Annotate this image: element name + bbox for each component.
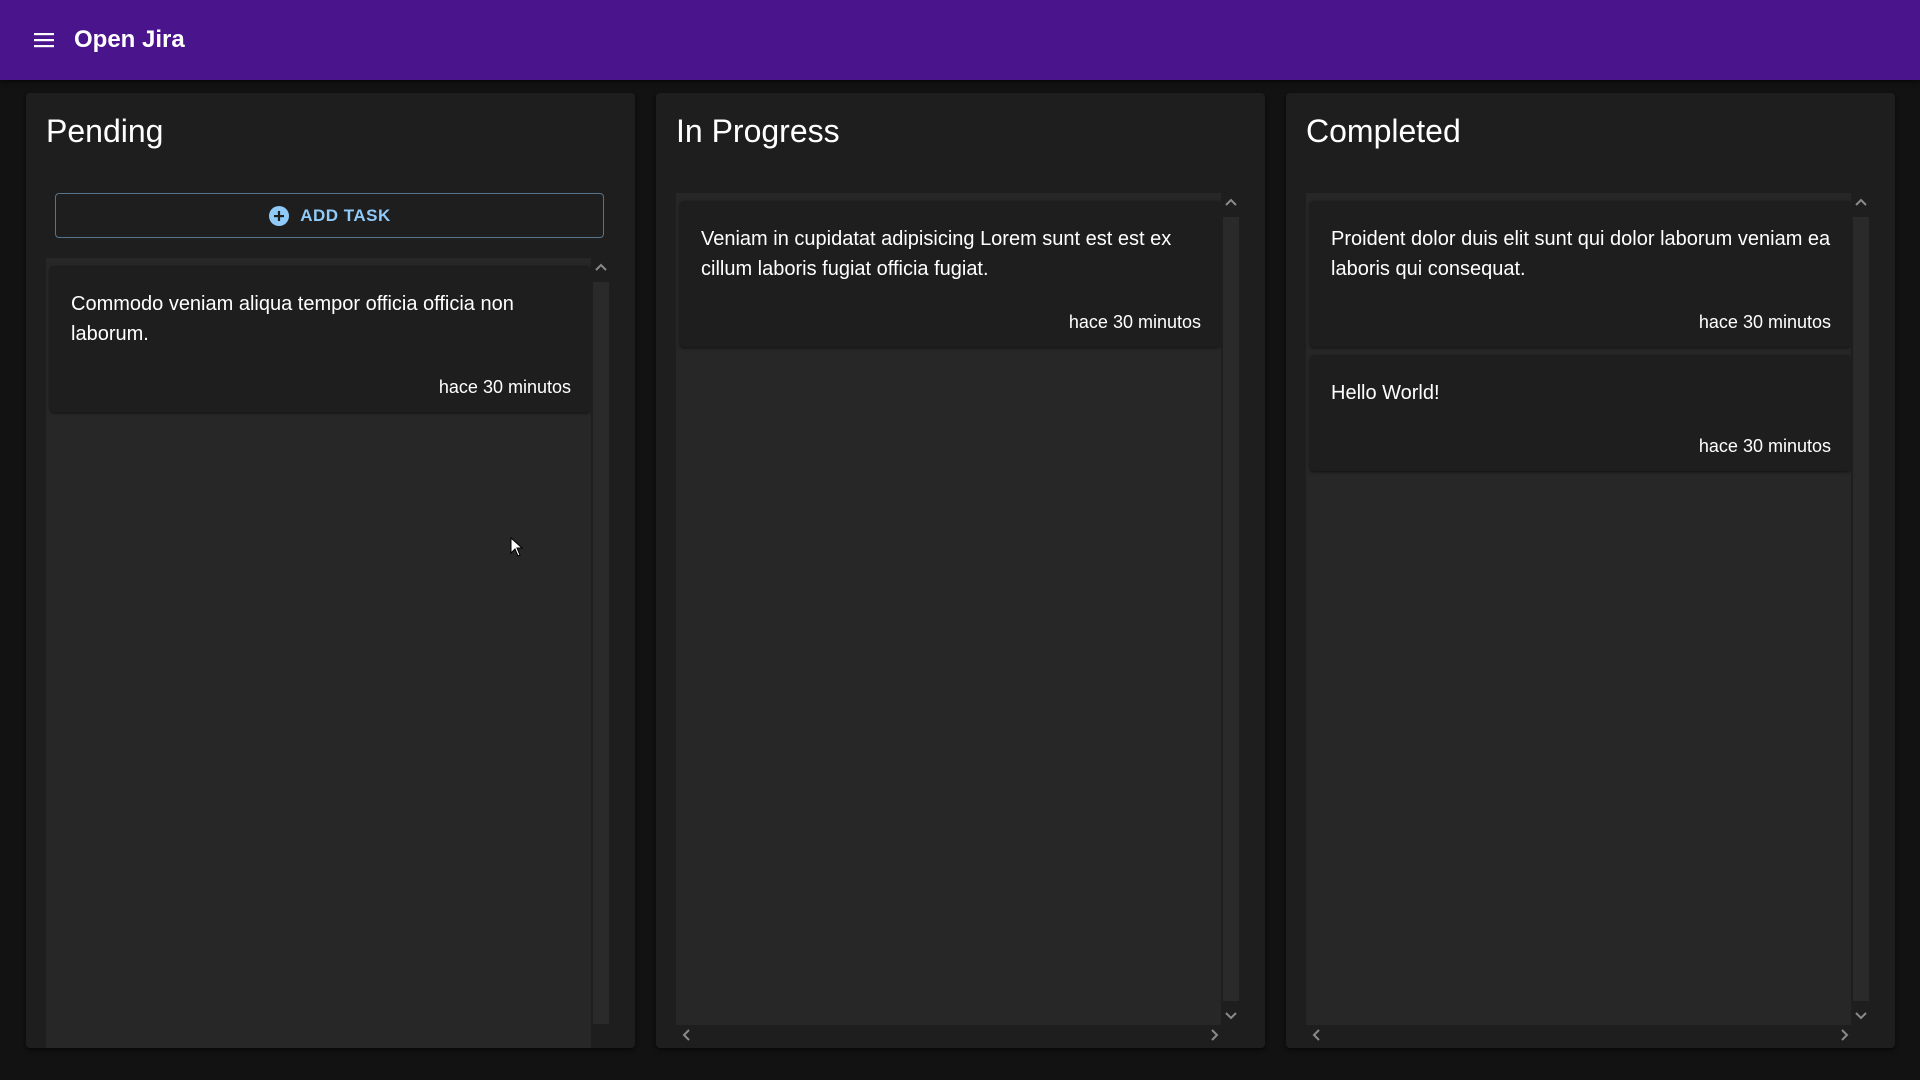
add-task-label: ADD TASK — [300, 205, 391, 225]
scroll-up-icon[interactable] — [1851, 193, 1871, 211]
task-card[interactable]: Veniam in cupidatat adipisicing Lorem su… — [680, 201, 1221, 347]
task-card[interactable]: Proident dolor duis elit sunt qui dolor … — [1310, 201, 1851, 347]
scroll-down-icon[interactable] — [1851, 1007, 1871, 1025]
scroll-right-icon[interactable] — [1835, 1026, 1855, 1044]
horizontal-scrollbar[interactable] — [1306, 1025, 1855, 1045]
column-completed: Completed Proident dolor duis elit sunt … — [1286, 93, 1895, 1048]
scrollbar-track[interactable] — [1853, 217, 1869, 1001]
scroll-right-icon[interactable] — [1205, 1026, 1225, 1044]
mouse-cursor-icon — [510, 536, 524, 557]
scroll-up-icon[interactable] — [591, 258, 611, 276]
vertical-scrollbar[interactable] — [1221, 193, 1241, 1025]
column-title: Pending — [46, 113, 164, 149]
task-list-pending: Commodo veniam aliqua tempor officia off… — [46, 258, 611, 1048]
scrollbar-track[interactable] — [1223, 217, 1239, 1001]
task-timestamp: hace 30 minutos — [1698, 312, 1831, 332]
column-title: In Progress — [676, 113, 840, 149]
hamburger-menu-icon[interactable] — [20, 16, 68, 64]
scroll-down-icon[interactable] — [1221, 1007, 1241, 1025]
scroll-left-icon[interactable] — [676, 1026, 696, 1044]
scroll-left-icon[interactable] — [1306, 1026, 1326, 1044]
scroll-up-icon[interactable] — [1221, 193, 1241, 211]
task-timestamp: hace 30 minutos — [438, 377, 571, 397]
task-description: Commodo veniam aliqua tempor officia off… — [71, 293, 514, 345]
task-description: Hello World! — [1331, 382, 1440, 404]
app-title: Open Jira — [74, 26, 185, 53]
column-pending: Pending ADD TASK Commodo veniam aliqua t… — [26, 93, 635, 1048]
vertical-scrollbar[interactable] — [1851, 193, 1871, 1025]
vertical-scrollbar[interactable] — [591, 258, 611, 1048]
column-in-progress: In Progress Veniam in cupidatat adipisic… — [656, 93, 1265, 1048]
add-circle-icon — [268, 205, 290, 227]
task-card[interactable]: Commodo veniam aliqua tempor officia off… — [50, 266, 591, 412]
task-card[interactable]: Hello World! hace 30 minutos — [1310, 355, 1851, 471]
task-description: Proident dolor duis elit sunt qui dolor … — [1331, 228, 1831, 280]
task-timestamp: hace 30 minutos — [1698, 436, 1831, 456]
app-bar: Open Jira — [0, 0, 1920, 80]
add-task-button[interactable]: ADD TASK — [55, 193, 604, 238]
task-timestamp: hace 30 minutos — [1068, 312, 1201, 332]
task-list-in-progress: Veniam in cupidatat adipisicing Lorem su… — [676, 193, 1241, 1025]
column-title: Completed — [1306, 113, 1461, 149]
task-description: Veniam in cupidatat adipisicing Lorem su… — [701, 228, 1172, 280]
task-list-completed: Proident dolor duis elit sunt qui dolor … — [1306, 193, 1871, 1025]
horizontal-scrollbar[interactable] — [676, 1025, 1225, 1045]
scrollbar-track[interactable] — [593, 282, 609, 1024]
